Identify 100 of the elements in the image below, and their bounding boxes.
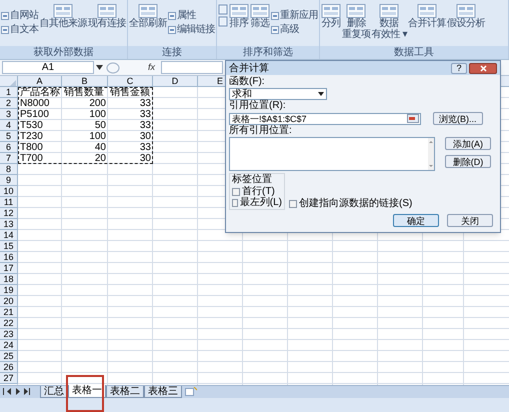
row-header[interactable]: 6 [0,142,18,153]
ribbon-button[interactable]: 合并计算 [408,4,446,29]
sheet-tab[interactable]: 表格三 [144,386,182,398]
close-button[interactable] [469,62,497,74]
group-label: 排序和筛选 [243,47,293,58]
ribbon-button[interactable]: 假设分析 [446,4,485,29]
sheet-tab[interactable]: 汇总 [40,386,68,398]
formula-input[interactable] [161,61,224,74]
scrollbar-icon [428,138,434,170]
checkbox-label: 最左列(L) [240,197,282,208]
row-header[interactable]: 15 [0,241,18,252]
browse-button[interactable]: 浏览(B)... [433,112,482,125]
table-cell: 30 [140,131,151,142]
delete-button[interactable]: 删除(D) [445,155,491,168]
table-cell: 100 [89,109,106,120]
row-header[interactable]: 19 [0,285,18,296]
close-icon [480,64,486,72]
function-select[interactable]: 求和 [229,88,327,100]
dialog-title: 合并计算 [229,62,269,74]
sheet-tab[interactable]: 表格一 [68,385,106,398]
dropdown-icon [318,92,324,96]
ribbon-button-icon [97,4,117,18]
collapse-dialog-icon[interactable] [407,114,419,123]
table-cell: T800 [20,142,43,153]
column-header[interactable]: D [153,76,198,86]
help-button[interactable]: ? [451,62,467,74]
ribbon-button-icon [229,4,249,18]
row-header[interactable]: 12 [0,208,18,219]
table-cell: T700 [20,153,43,164]
row-header[interactable]: 17 [0,263,18,274]
field-label: 所有引用位置: [229,125,292,137]
function-button[interactable]: fx [148,60,156,74]
close-dialog-button[interactable]: 关闭 [447,214,493,227]
column-header[interactable]: B [62,76,108,86]
row-header[interactable]: 3 [0,109,18,120]
group-label: 连接 [162,47,182,58]
row-header[interactable]: 8 [0,164,18,175]
ribbon-button[interactable]: 数据 有效性 ▾ [372,4,407,40]
ribbon-button[interactable]: 分列 [321,4,341,29]
ribbon-button[interactable]: 编辑链接 [168,24,215,35]
row-header[interactable]: 23 [0,329,18,340]
table-cell: N8000 [20,98,50,109]
ribbon-button[interactable]: 属性 [168,10,215,21]
highlight-box [66,375,104,412]
table-cell: 20 [94,153,106,164]
table-cell: 33 [140,98,151,109]
table-cell: P5100 [20,109,49,120]
row-header[interactable]: 14 [0,230,18,241]
ribbon-button[interactable]: 重新应用 [271,10,318,21]
row-header[interactable]: 1 [0,87,18,98]
row-header[interactable]: 16 [0,252,18,263]
row-header[interactable]: 2 [0,98,18,109]
ribbon-button[interactable]: 全部刷新 [129,4,167,29]
name-box[interactable]: A1 [2,61,94,74]
ribbon-button[interactable]: 排序 [229,4,249,29]
checkbox[interactable] [289,200,297,208]
table-cell: 30 [140,153,151,164]
table-cell: 33 [140,142,151,153]
row-header[interactable]: 11 [0,197,18,208]
row-header[interactable]: 24 [0,340,18,351]
ribbon-button-icon [138,4,158,18]
row-header[interactable]: 10 [0,186,18,197]
add-button[interactable]: 添加(A) [445,137,491,150]
sheet-tab[interactable]: 表格二 [106,386,144,398]
ribbon-button-icon [456,4,476,18]
row-header[interactable]: 18 [0,274,18,285]
row-header[interactable]: 21 [0,307,18,318]
ribbon-button[interactable]: 自文本 [1,24,38,35]
row-header[interactable]: 20 [0,296,18,307]
column-header[interactable]: C [108,76,153,86]
ribbon-button[interactable]: 自网站 [1,10,38,21]
ribbon-button[interactable]: 删除 重复项 [342,4,370,40]
sort-icon[interactable] [218,4,228,28]
checkbox[interactable] [232,198,238,206]
ok-button[interactable]: 确定 [393,214,439,227]
row-header[interactable]: 9 [0,175,18,186]
ribbon-button[interactable]: 现有连接 [88,4,126,29]
references-list[interactable] [229,137,435,171]
row-header[interactable]: 7 [0,153,18,164]
ribbon-button-icon [379,4,400,18]
table-cell: T230 [20,131,43,142]
row-header[interactable]: 4 [0,120,18,131]
dropdown-icon[interactable] [96,65,103,70]
ribbon-button[interactable]: 自其他来源 [40,4,87,29]
row-header[interactable]: 5 [0,131,18,142]
row-header[interactable]: 25 [0,351,18,362]
row-header[interactable]: 26 [0,362,18,373]
table-cell: 100 [89,131,106,142]
row-header[interactable]: 22 [0,318,18,329]
table-cell: 40 [94,142,106,153]
checkbox-label: 创建指向源数据的链接(S) [299,198,412,209]
column-header[interactable]: A [18,76,62,86]
ribbon-button[interactable]: 高级 [271,24,318,35]
checkbox[interactable] [232,188,240,196]
new-sheet-icon[interactable] [185,387,197,396]
reference-field[interactable]: 表格一!$A$1:$C$7 [229,112,421,124]
table-cell: 33 [140,109,151,120]
row-header[interactable]: 13 [0,219,18,230]
ribbon-button[interactable]: 筛选 [250,4,270,29]
row-header[interactable]: 27 [0,373,18,384]
